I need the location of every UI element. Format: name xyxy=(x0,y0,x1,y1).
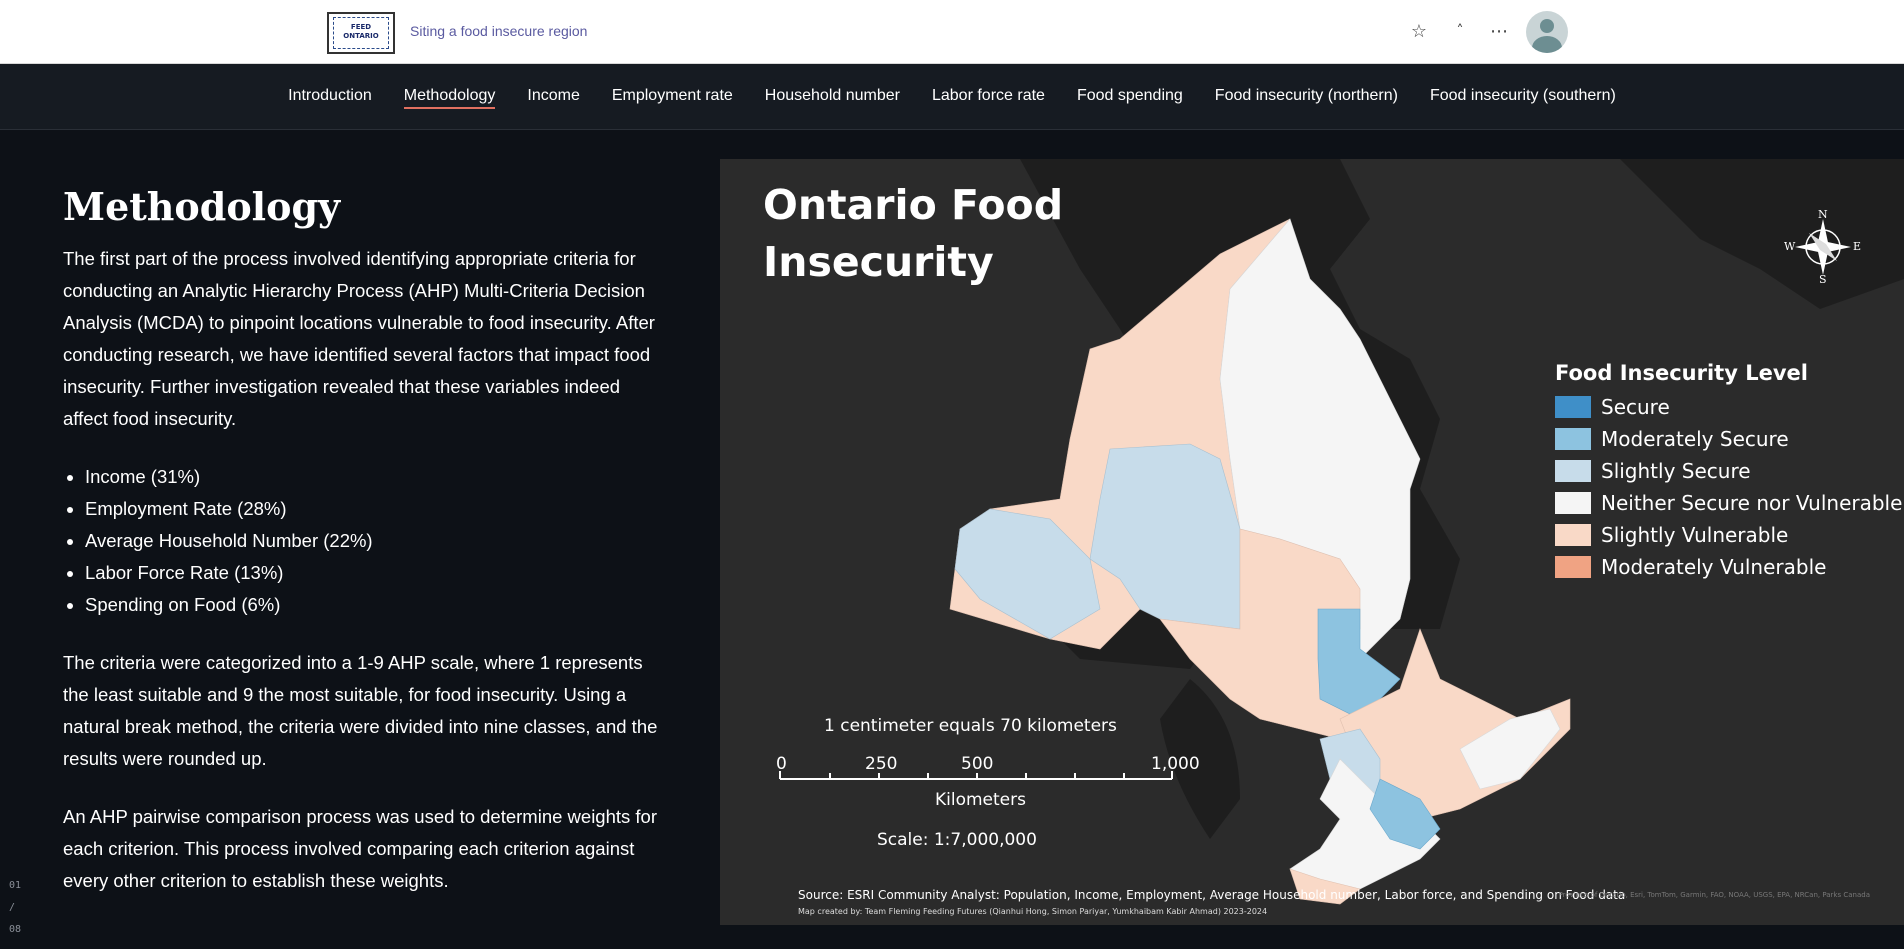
scale-paragraph: The criteria were categorized into a 1-9… xyxy=(63,652,658,769)
intro-paragraph: The first part of the process involved i… xyxy=(63,248,655,429)
map-title-line2: Insecurity xyxy=(763,238,994,286)
scale-tick: 1,000 xyxy=(1151,754,1200,774)
site-header: FEED ONTARIO Siting a food insecure regi… xyxy=(0,0,1904,64)
legend-item: Secure xyxy=(1555,391,1902,423)
scale-tick: 500 xyxy=(961,754,994,774)
scale-ratio: Scale: 1:7,000,000 xyxy=(877,830,1037,850)
legend-item: Neither Secure nor Vulnerable xyxy=(1555,487,1902,519)
nav-food-spending[interactable]: Food spending xyxy=(1061,64,1199,129)
nav-labor-force-rate[interactable]: Labor force rate xyxy=(916,64,1061,129)
site-title[interactable]: Siting a food insecure region xyxy=(410,23,587,39)
nav-food-insecurity-northern[interactable]: Food insecurity (northern) xyxy=(1199,64,1414,129)
legend-item: Moderately Vulnerable xyxy=(1555,551,1902,583)
list-item: Income (31%) xyxy=(85,461,663,493)
caret-up-icon[interactable]: ˄ xyxy=(1447,18,1473,44)
total-slides: 08 xyxy=(9,924,22,935)
legend-item: Slightly Secure xyxy=(1555,455,1902,487)
more-icon[interactable]: ⋯ xyxy=(1486,18,1512,44)
current-slide: 01 xyxy=(9,880,22,891)
compass-east-label: E xyxy=(1853,240,1862,253)
section-nav: Introduction Methodology Income Employme… xyxy=(0,64,1904,130)
legend-item: Moderately Secure xyxy=(1555,423,1902,455)
compass-west-label: W xyxy=(1784,240,1796,253)
list-item: Spending on Food (6%) xyxy=(85,589,663,621)
avatar[interactable] xyxy=(1526,11,1568,53)
scale-tick: 250 xyxy=(865,754,898,774)
nav-employment-rate[interactable]: Employment rate xyxy=(596,64,749,129)
nav-household-number[interactable]: Household number xyxy=(749,64,916,129)
list-item: Labor Force Rate (13%) xyxy=(85,557,663,589)
legend-title: Food Insecurity Level xyxy=(1555,361,1808,385)
map-title: Ontario Food Insecurity xyxy=(763,177,1063,291)
map-credit: Map created by: Team Fleming Feeding Fut… xyxy=(798,907,1268,916)
slide-counter: 01 / 08 xyxy=(9,875,21,941)
scale-unit: Kilometers xyxy=(935,790,1026,810)
site-logo[interactable]: FEED ONTARIO xyxy=(327,12,395,54)
list-item: Employment Rate (28%) xyxy=(85,493,663,525)
legend-item: Slightly Vulnerable xyxy=(1555,519,1902,551)
map-title-line1: Ontario Food xyxy=(763,181,1064,229)
list-item: Average Household Number (22%) xyxy=(85,525,663,557)
map-legend: Food Insecurity Level Secure Moderately … xyxy=(1555,361,1902,583)
map-attribution: Province of Ontario, Esri, TomTom, Garmi… xyxy=(1558,891,1870,899)
compass-north-label: N xyxy=(1818,208,1828,221)
page-title: Methodology xyxy=(63,184,341,229)
scale-caption: 1 centimeter equals 70 kilometers xyxy=(824,716,1117,736)
map-source: Source: ESRI Community Analyst: Populati… xyxy=(798,888,1626,902)
scale-tick: 0 xyxy=(776,754,787,774)
logo-text: FEED ONTARIO xyxy=(333,17,389,49)
food-insecurity-map[interactable]: Ontario Food Insecurity N S E W Food Ins… xyxy=(720,159,1904,925)
ahp-paragraph: An AHP pairwise comparison process was u… xyxy=(63,806,657,891)
nav-methodology[interactable]: Methodology xyxy=(388,64,512,129)
nav-introduction[interactable]: Introduction xyxy=(272,64,388,129)
slide-separator: / xyxy=(9,902,16,913)
nav-income[interactable]: Income xyxy=(511,64,595,129)
compass-south-label: S xyxy=(1819,273,1827,286)
criteria-list: Income (31%) Employment Rate (28%) Avera… xyxy=(63,461,663,621)
nav-food-insecurity-southern[interactable]: Food insecurity (southern) xyxy=(1414,64,1632,129)
star-icon[interactable]: ☆ xyxy=(1406,18,1432,44)
methodology-content: Methodology The first part of the proces… xyxy=(63,160,663,923)
